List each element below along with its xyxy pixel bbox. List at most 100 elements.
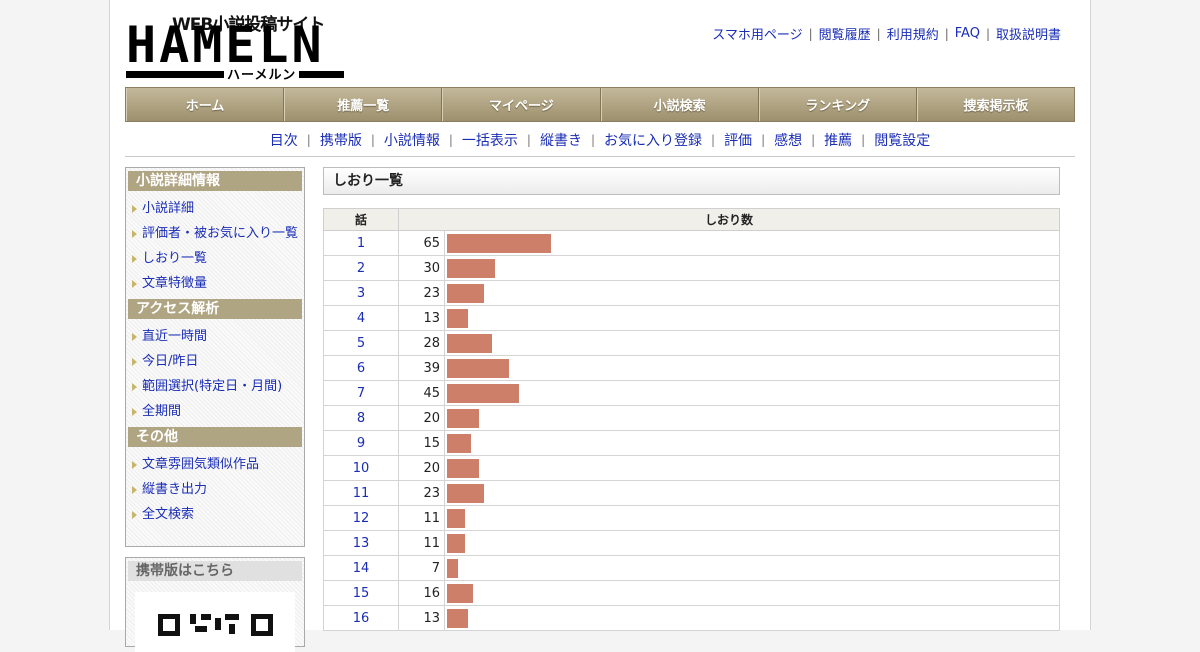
subnav-toc[interactable]: 目次 (270, 130, 298, 150)
bar-cell (444, 455, 1060, 481)
sidebar-item-raters[interactable]: 評価者・被お気に入り一覧 (128, 221, 302, 246)
hameln-logo[interactable]: WEB小説投稿サイト HAMELN ハーメルン (126, 10, 346, 83)
sidebar-heading-other: その他 (128, 427, 302, 447)
bar-cell (444, 605, 1060, 631)
mobile-qr-box: 携帯版はこちら (125, 557, 305, 652)
nav-ranking[interactable]: ランキング (758, 88, 917, 121)
top-link-manual[interactable]: 取扱説明書 (996, 24, 1061, 43)
sidebar-item-label: しおり一覧 (142, 251, 208, 266)
episode-cell: 16 (323, 605, 399, 631)
arrow-right-icon (132, 511, 137, 519)
episode-link[interactable]: 4 (357, 311, 365, 326)
sidebar-item-vertical-output[interactable]: 縦書き出力 (128, 477, 302, 502)
bar-cell (444, 280, 1060, 306)
subnav-novel-info[interactable]: 小説情報 (384, 130, 440, 150)
top-link-smartphone[interactable]: スマホ用ページ (712, 24, 802, 43)
table-row: 6 39 (323, 355, 1060, 381)
subnav-comments[interactable]: 感想 (774, 130, 802, 150)
episode-link[interactable]: 8 (357, 411, 365, 426)
table-row: 12 11 (323, 505, 1060, 531)
bookmark-bar (447, 533, 465, 553)
episode-cell: 3 (323, 280, 399, 306)
bar-cell (444, 430, 1060, 456)
sidebar-item-label: 縦書き出力 (142, 482, 208, 497)
episode-link[interactable]: 7 (357, 386, 365, 401)
table-row: 11 23 (323, 480, 1060, 506)
episode-cell: 10 (323, 455, 399, 481)
episode-link[interactable]: 10 (353, 461, 370, 476)
sidebar-item-fulltext-search[interactable]: 全文検索 (128, 502, 302, 527)
table-row: 7 45 (323, 380, 1060, 406)
top-link-terms[interactable]: 利用規約 (887, 24, 939, 43)
subnav-add-favorite[interactable]: お気に入り登録 (604, 130, 702, 150)
sidebar-item-similar-works[interactable]: 文章雰囲気類似作品 (128, 452, 302, 477)
separator: | (876, 26, 881, 41)
top-link-history[interactable]: 閲覧履歴 (819, 24, 871, 43)
episode-link[interactable]: 16 (353, 611, 370, 626)
sidebar-item-today-yesterday[interactable]: 今日/昨日 (128, 349, 302, 374)
episode-link[interactable]: 14 (353, 561, 370, 576)
table-row: 14 7 (323, 555, 1060, 581)
subnav-rating[interactable]: 評価 (724, 130, 752, 150)
sidebar-item-novel-detail[interactable]: 小説詳細 (128, 196, 302, 221)
episode-link[interactable]: 1 (357, 236, 365, 251)
sidebar-item-bookmarks[interactable]: しおり一覧 (128, 246, 302, 271)
nav-mypage[interactable]: マイページ (442, 88, 601, 121)
subnav-vertical[interactable]: 縦書き (540, 130, 582, 150)
bar-cell (444, 530, 1060, 556)
bookmark-count: 45 (398, 380, 445, 406)
sidebar-item-all-time[interactable]: 全期間 (128, 399, 302, 424)
separator: | (808, 26, 813, 41)
bar-cell (444, 480, 1060, 506)
nav-search-board[interactable]: 捜索掲示板 (916, 88, 1074, 121)
episode-link[interactable]: 15 (353, 586, 370, 601)
table-row: 16 13 (323, 605, 1060, 631)
subnav-bulk-view[interactable]: 一括表示 (462, 130, 518, 150)
bookmark-count: 16 (398, 580, 445, 606)
episode-link[interactable]: 6 (357, 361, 365, 376)
episode-link[interactable]: 5 (357, 336, 365, 351)
episode-link[interactable]: 2 (357, 261, 365, 276)
mobile-qr-heading: 携帯版はこちら (128, 561, 302, 581)
bar-cell (444, 505, 1060, 531)
bookmark-count: 13 (398, 305, 445, 331)
subnav-recommend[interactable]: 推薦 (824, 130, 852, 150)
bookmark-count: 39 (398, 355, 445, 381)
sidebar-item-range[interactable]: 範囲選択(特定日・月間) (128, 374, 302, 399)
bar-cell (444, 355, 1060, 381)
episode-link[interactable]: 13 (353, 536, 370, 551)
bookmark-bar (447, 383, 519, 403)
episode-link[interactable]: 11 (353, 486, 370, 501)
sidebar-item-label: 文章雰囲気類似作品 (142, 457, 260, 472)
separator: | (448, 133, 453, 147)
episode-cell: 7 (323, 380, 399, 406)
sidebar-item-label: 今日/昨日 (142, 354, 199, 369)
nav-recommendations[interactable]: 推薦一覧 (284, 88, 443, 121)
sidebar-item-text-features[interactable]: 文章特徴量 (128, 271, 302, 296)
episode-link[interactable]: 12 (353, 511, 370, 526)
episode-link[interactable]: 9 (357, 436, 365, 451)
top-links: スマホ用ページ | 閲覧履歴 | 利用規約 | FAQ | 取扱説明書 (712, 24, 1061, 43)
episode-link[interactable]: 3 (357, 286, 365, 301)
bookmark-bar (447, 433, 471, 453)
arrow-right-icon (132, 461, 137, 469)
table-row: 5 28 (323, 330, 1060, 356)
sidebar: 小説詳細情報 小説詳細 評価者・被お気に入り一覧 しおり一覧 文章特徴量 アクセ… (125, 167, 305, 547)
arrow-right-icon (132, 408, 137, 416)
top-link-faq[interactable]: FAQ (955, 26, 980, 41)
column-header-bookmarks: しおり数 (398, 208, 1060, 231)
arrow-right-icon (132, 280, 137, 288)
arrow-right-icon (132, 230, 137, 238)
separator: | (944, 26, 949, 41)
nav-novel-search[interactable]: 小説検索 (600, 88, 759, 121)
sidebar-item-last-hour[interactable]: 直近一時間 (128, 324, 302, 349)
bar-cell (444, 255, 1060, 281)
episode-cell: 5 (323, 330, 399, 356)
separator: | (590, 133, 596, 147)
nav-home[interactable]: ホーム (126, 88, 285, 121)
separator: | (306, 133, 311, 147)
bar-cell (444, 555, 1060, 581)
sidebar-heading-novel-details: 小説詳細情報 (128, 171, 302, 191)
subnav-view-settings[interactable]: 閲覧設定 (874, 130, 930, 150)
subnav-mobile[interactable]: 携帯版 (320, 130, 362, 150)
